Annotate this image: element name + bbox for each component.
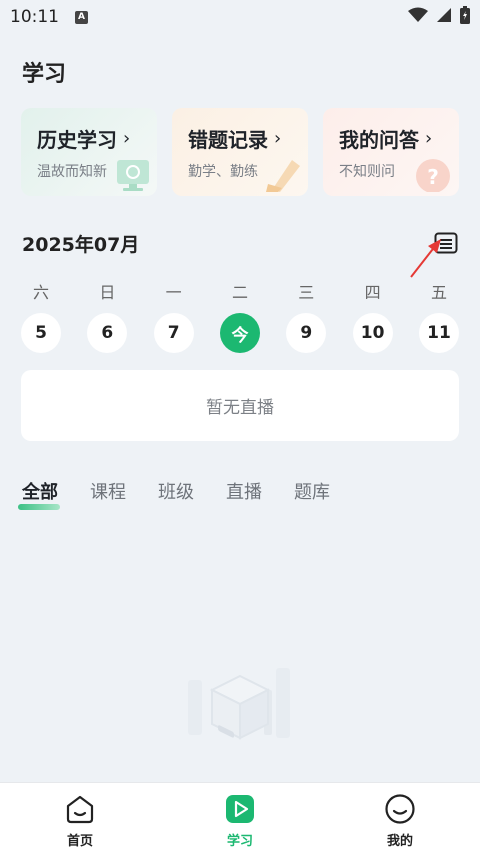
weekday-label: 六	[32, 283, 49, 302]
empty-box-illustration	[180, 650, 300, 750]
nav-study[interactable]: 学习	[160, 783, 320, 852]
tab-classes[interactable]: 班级	[158, 478, 194, 510]
page-title: 学习	[22, 62, 67, 87]
question-icon: ?	[413, 152, 455, 196]
signal-icon	[436, 7, 452, 27]
weekday-label: 一	[165, 283, 182, 302]
wrong-questions-card[interactable]: 错题记录 › 勤学、勤练	[172, 108, 308, 196]
weekday-label: 四	[364, 283, 381, 302]
day-row: 5 6 7 今 9 10 11	[21, 313, 459, 353]
history-learning-card[interactable]: 历史学习 › 温故而知新	[21, 108, 157, 196]
nav-mine[interactable]: 我的	[320, 783, 480, 852]
month-label: 2025年07月	[22, 233, 140, 256]
wifi-icon	[408, 7, 428, 27]
shortcut-cards: 历史学习 › 温故而知新 错题记录 › 勤学、勤练 我的问答 › 不知则问 ?	[21, 108, 459, 196]
live-empty-box: 暂无直播	[21, 370, 459, 441]
tab-all[interactable]: 全部	[18, 478, 60, 510]
my-qa-card[interactable]: 我的问答 › 不知则问 ?	[323, 108, 459, 196]
card-title: 历史学习	[37, 128, 117, 152]
chevron-right-icon: ›	[123, 128, 131, 149]
bottom-nav: 首页 学习 我的	[0, 782, 480, 852]
weekday-label: 三	[298, 283, 315, 302]
month-row: 2025年07月	[22, 228, 459, 258]
nav-label: 首页	[66, 834, 93, 849]
day-button[interactable]: 7	[153, 313, 194, 353]
weekday-label: 二	[231, 283, 248, 302]
pointer-arrow-icon	[410, 239, 441, 278]
home-icon	[64, 793, 96, 825]
status-bar: 10:11 A	[0, 0, 480, 34]
day-button[interactable]: 10	[352, 313, 393, 353]
weekday-row: 六 日 一 二 三 四 五	[21, 279, 459, 303]
day-button[interactable]: 11	[418, 313, 459, 353]
smile-icon	[384, 793, 416, 825]
card-title: 我的问答	[339, 128, 419, 152]
svg-text:?: ?	[427, 165, 439, 189]
weekday-label: 五	[430, 283, 447, 302]
nav-label: 我的	[386, 834, 413, 849]
day-button[interactable]: 9	[286, 313, 327, 353]
monitor-icon	[113, 158, 153, 196]
card-title: 错题记录	[188, 128, 268, 152]
battery-icon	[460, 6, 470, 28]
nav-home[interactable]: 首页	[0, 783, 160, 852]
status-icons	[408, 6, 470, 28]
a-letter-icon: A	[75, 10, 88, 24]
tab-courses[interactable]: 课程	[90, 478, 126, 510]
live-empty-text: 暂无直播	[206, 398, 274, 418]
tab-question-bank[interactable]: 题库	[294, 478, 330, 510]
day-button[interactable]: 6	[87, 313, 128, 353]
day-button[interactable]: 5	[21, 313, 61, 353]
day-button-today[interactable]: 今	[219, 313, 260, 353]
tab-live[interactable]: 直播	[226, 478, 262, 510]
chevron-right-icon: ›	[425, 128, 433, 149]
chevron-right-icon: ›	[274, 128, 282, 149]
nav-label: 学习	[226, 834, 253, 849]
status-time: 10:11	[10, 7, 59, 27]
play-icon	[224, 793, 256, 825]
weekday-label: 日	[99, 283, 116, 302]
pencil-icon	[264, 154, 304, 196]
category-tabs: 全部 课程 班级 直播 题库	[18, 478, 330, 510]
